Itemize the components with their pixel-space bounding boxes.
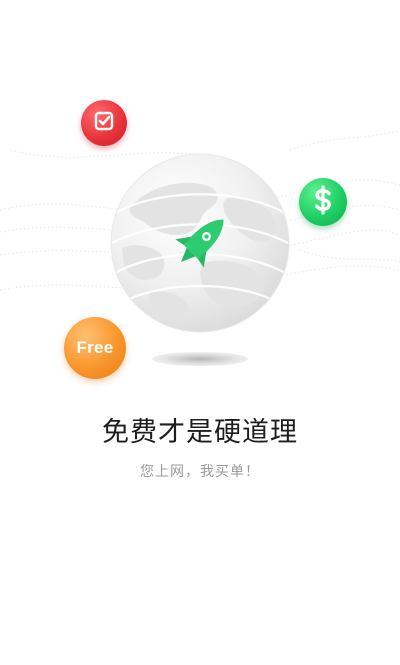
free-label: Free bbox=[76, 338, 114, 357]
onboarding-screen: Free 免费才是硬道理 您上网，我买单！ bbox=[0, 0, 400, 665]
dollar-badge bbox=[299, 178, 347, 226]
dollar-icon bbox=[310, 185, 336, 219]
headline: 免费才是硬道理 bbox=[102, 417, 298, 448]
subline: 您上网，我买单！ bbox=[140, 464, 260, 480]
globe-icon bbox=[110, 153, 290, 333]
checkbox-icon bbox=[93, 110, 115, 136]
globe-shadow bbox=[152, 352, 248, 366]
checkbox-badge bbox=[81, 100, 127, 146]
